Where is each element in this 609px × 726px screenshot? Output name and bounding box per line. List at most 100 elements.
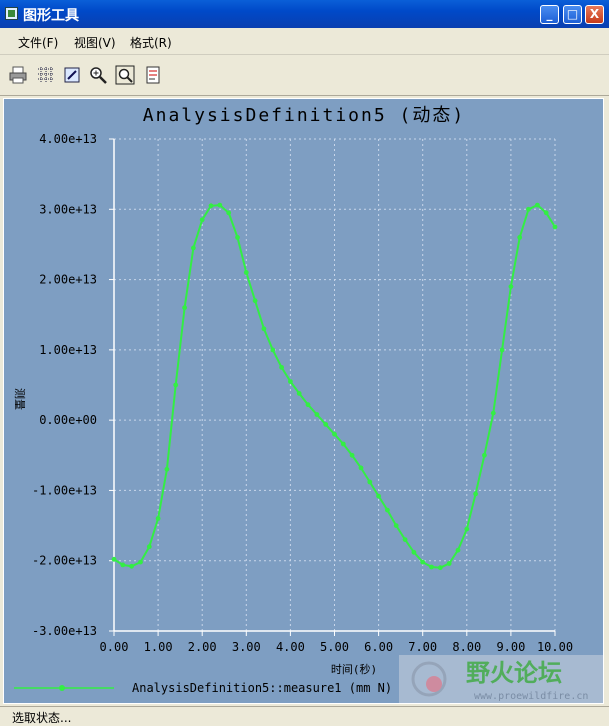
x-tick-label: 4.00 (276, 640, 305, 654)
data-point (349, 452, 355, 458)
data-point (217, 202, 223, 208)
grid-icon[interactable] (36, 65, 56, 85)
data-point (508, 284, 514, 289)
menu-file[interactable]: 文件(F) (18, 34, 58, 51)
y-tick-label: -1.00e+13 (32, 483, 97, 497)
data-point (490, 410, 496, 416)
x-tick-label: 1.00 (144, 640, 173, 654)
data-point (411, 549, 417, 555)
data-point (526, 206, 531, 212)
data-point (305, 402, 311, 408)
data-point (482, 452, 487, 458)
data-point (499, 347, 505, 353)
menu-bar: 文件(F) 视图(V) 格式(R) (0, 28, 609, 55)
data-point (252, 298, 258, 304)
app-icon (5, 7, 18, 20)
menu-view[interactable]: 视图(V) (74, 34, 116, 51)
data-point (464, 526, 470, 532)
export-icon[interactable] (143, 65, 163, 85)
close-button[interactable]: X (585, 5, 604, 24)
chart: AnalysisDefinition5 (动态) 0.00 1.00 2.00 3.0… (13, 105, 603, 703)
watermark-title: 野火论坛 (466, 659, 562, 687)
data-point (288, 379, 293, 384)
y-tick-label: 3.00e+13 (39, 202, 97, 216)
chart-title: AnalysisDefinition5 (动态) (143, 105, 465, 126)
data-point (279, 365, 284, 370)
data-point (314, 412, 320, 417)
data-point (243, 270, 249, 275)
data-point (455, 547, 461, 553)
data-point (191, 245, 196, 251)
y-tick-label: -3.00e+13 (32, 624, 97, 638)
data-point (111, 556, 117, 562)
data-point (120, 562, 126, 568)
data-point (437, 565, 443, 571)
zoom-in-icon[interactable] (88, 65, 108, 85)
data-point (138, 559, 143, 565)
x-tick-label: 2.00 (188, 640, 217, 654)
legend: AnalysisDefinition5::measure1 (mm N) (14, 681, 392, 695)
data-point (226, 210, 232, 216)
data-point (296, 391, 302, 396)
data-point (543, 210, 549, 216)
data-point (517, 235, 523, 240)
grid (114, 138, 556, 632)
data-point (332, 431, 337, 437)
data-point (473, 491, 478, 497)
data-point (367, 479, 373, 485)
data-point (164, 466, 170, 472)
data-point (182, 305, 188, 311)
zoom-fit-icon[interactable] (115, 65, 135, 85)
status-bar: 选取状态... (0, 706, 609, 725)
data-point (446, 561, 452, 566)
data-point (199, 217, 205, 223)
maximize-button[interactable]: □ (563, 5, 582, 24)
data-point (552, 224, 558, 230)
x-axis-label: 时间(秒) (331, 662, 377, 676)
x-tick-label: 3.00 (232, 640, 261, 654)
minimize-button[interactable]: _ (540, 5, 559, 24)
y-tick-label: 2.00e+13 (39, 273, 97, 287)
data-point (235, 235, 240, 240)
data-point (402, 537, 408, 542)
x-tick-label: 7.00 (408, 640, 437, 654)
y-tick-label: 1.00e+13 (39, 343, 97, 357)
x-tick-label: 0.00 (100, 640, 129, 654)
data-point (270, 347, 276, 353)
y-tick-label: -2.00e+13 (32, 554, 97, 568)
legend-marker (59, 685, 65, 691)
x-tick-label: 6.00 (364, 640, 393, 654)
data-point (129, 563, 134, 569)
toolbar (0, 55, 609, 96)
data-point (323, 422, 329, 427)
watermark-url: www.proewildfire.cn (474, 691, 588, 702)
data-point (173, 382, 179, 388)
window-title: 图形工具 (23, 8, 79, 24)
title-bar: 图形工具 _ □ X (0, 0, 609, 28)
data-point (429, 564, 434, 570)
plot-area: AnalysisDefinition5 (动态) 0.00 1.00 2.00 3.0… (3, 98, 604, 704)
data-point (358, 465, 364, 471)
data-point (420, 559, 426, 565)
watermark: 野火论坛 www.proewildfire.cn (399, 655, 603, 703)
y-tick-label: 0.00e+00 (39, 413, 97, 427)
y-tick-label: 4.00e+13 (39, 132, 97, 146)
legend-label: AnalysisDefinition5::measure1 (mm N) (132, 681, 392, 695)
print-icon[interactable] (8, 65, 28, 85)
data-point (385, 507, 390, 513)
menu-format[interactable]: 格式(R) (130, 34, 172, 51)
data-point (340, 441, 346, 447)
x-tick-label: 10.00 (537, 640, 573, 654)
data-point (393, 523, 399, 528)
data-point (155, 516, 161, 521)
x-tick-label: 5.00 (320, 640, 349, 654)
axes: 0.00 1.00 2.00 3.00 4.00 5.00 6.00 7.00 8.00 9.00… (32, 132, 573, 654)
y-axis-label: 测量 (13, 388, 26, 410)
status-text: 选取状态... (12, 711, 72, 725)
x-tick-label: 8.00 (452, 640, 481, 654)
data-point (535, 202, 540, 208)
data-point (208, 203, 214, 209)
x-tick-label: 9.00 (496, 640, 525, 654)
edit-icon[interactable] (62, 65, 82, 85)
data-point (376, 493, 381, 499)
